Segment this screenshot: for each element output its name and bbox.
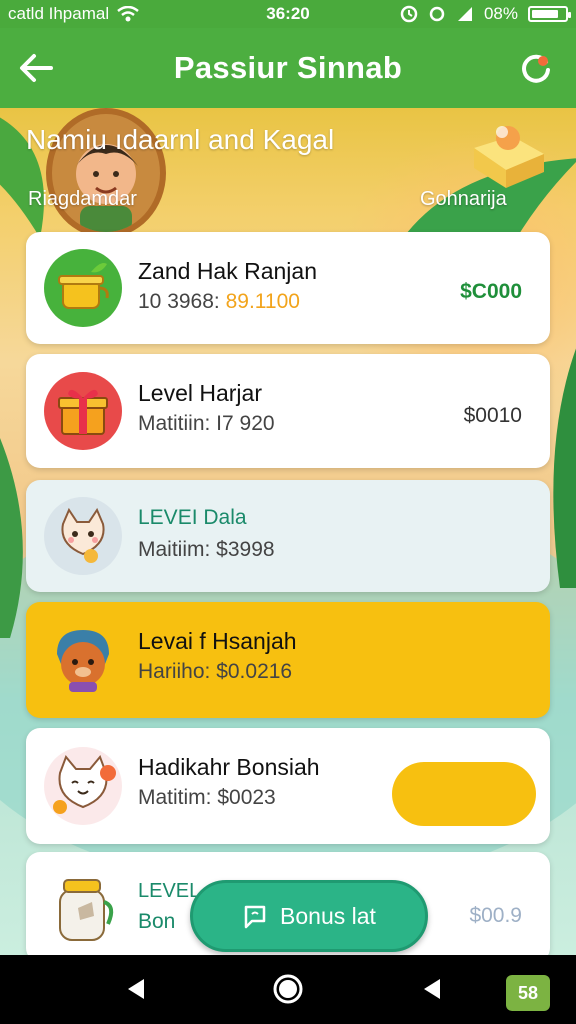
- carrier-label: catld Ihpamal: [8, 4, 110, 23]
- app-badge[interactable]: 58: [506, 975, 550, 1011]
- battery-icon: [528, 6, 571, 22]
- recents-nav-icon: [424, 979, 440, 999]
- bonus-fab-button[interactable]: Bonus lat: [190, 880, 428, 952]
- hero-left-label: Riagdamdar: [28, 188, 137, 210]
- chat-icon: [244, 905, 266, 929]
- kitten-icon-wrap: [44, 747, 122, 825]
- card-subtitle: Bon: [138, 910, 176, 933]
- bear-icon-wrap: [44, 621, 122, 699]
- app-bar: Passiur Sinnab: [0, 28, 576, 108]
- sync-icon: [429, 6, 445, 22]
- system-nav-bar: [0, 955, 576, 1024]
- list-item[interactable]: Zand Hak Ranjan 10 3968: 89.1100 $C000: [26, 232, 550, 344]
- card-subtitle: Hariiho: $0.0216: [138, 660, 293, 683]
- claim-button[interactable]: [392, 762, 536, 826]
- nav-home-button[interactable]: [268, 969, 308, 1009]
- card-title: Level Harjar: [138, 380, 262, 406]
- gift-icon: [58, 389, 108, 435]
- cat-icon: [61, 507, 105, 563]
- card-amount: $00.9: [469, 904, 522, 927]
- status-bar: catld Ihpamal 36:20 08%: [0, 0, 576, 28]
- pot-icon: [58, 263, 109, 309]
- hero-title: Namiu ıdaarnl and Kagal: [26, 124, 335, 155]
- card-subtitle: 10 3968: 89.1100: [138, 290, 300, 314]
- card-title: Zand Hak Ranjan: [138, 258, 317, 284]
- card-title: LEVEL: [138, 880, 201, 902]
- battery-percent: 08%: [483, 4, 518, 23]
- list-item[interactable]: LEVEI Dala Maitiim: $3998: [26, 480, 550, 592]
- status-right: 08%: [400, 4, 571, 24]
- kitten-icon: [53, 755, 116, 814]
- list-item-highlighted[interactable]: Levai f Hsanjah Hariiho: $0.0216: [26, 602, 550, 718]
- card-title: Levai f Hsanjah: [138, 628, 297, 654]
- fab-label: Bonus lat: [280, 902, 376, 929]
- list-item[interactable]: Level Harjar Matitiin: I7 920 $0010: [26, 354, 550, 468]
- alarm-icon: [400, 5, 418, 23]
- signal-icon: [457, 7, 472, 21]
- wifi-icon: [117, 6, 139, 22]
- home-nav-icon: [273, 974, 303, 1004]
- jar-icon: [59, 879, 114, 941]
- refresh-button[interactable]: [516, 48, 556, 88]
- refresh-icon: [522, 54, 550, 83]
- list-item[interactable]: Hadikahr Bonsiah Matitim: $0023: [26, 728, 550, 844]
- card-subtitle-accent: 89.1100: [225, 290, 300, 313]
- cat-icon-wrap: [44, 497, 122, 575]
- back-nav-icon: [128, 979, 144, 999]
- bear-icon: [57, 630, 109, 692]
- back-arrow-icon: [20, 54, 53, 82]
- card-amount: $0010: [463, 404, 522, 427]
- card-subtitle: Maitiim: $3998: [138, 538, 275, 561]
- back-button[interactable]: [16, 48, 56, 88]
- pot-icon-wrap: [44, 249, 122, 327]
- hero-right-label: Gohnarija: [420, 188, 507, 210]
- jar-icon-wrap: [44, 868, 122, 946]
- gift-icon-wrap: [44, 372, 122, 450]
- card-subtitle: Matitiin: I7 920: [138, 412, 275, 435]
- treasure-box-icon: [474, 126, 544, 188]
- card-subtitle-prefix: 10 3968:: [138, 290, 226, 313]
- carrier-group: catld Ihpamal: [8, 4, 139, 24]
- page-title: Passiur Sinnab: [173, 50, 403, 85]
- nav-recents-button[interactable]: [412, 969, 452, 1009]
- nav-back-button[interactable]: [116, 969, 156, 1009]
- card-title: LEVEI Dala: [138, 506, 247, 529]
- card-amount: $C000: [460, 280, 522, 303]
- card-subtitle: Matitim: $0023: [138, 786, 276, 809]
- card-title: Hadikahr Bonsiah: [138, 754, 320, 780]
